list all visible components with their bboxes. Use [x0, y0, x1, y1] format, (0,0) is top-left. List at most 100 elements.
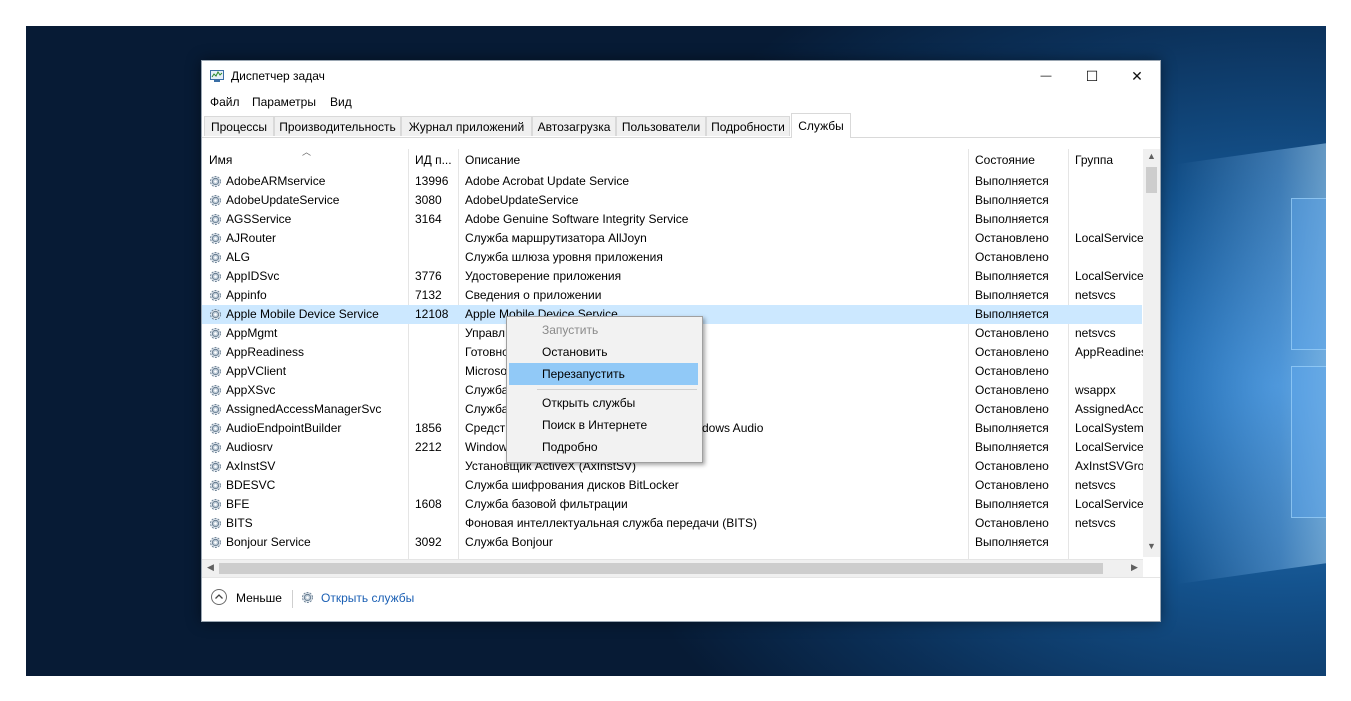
service-description: Adobe Genuine Software Integrity Service: [465, 212, 689, 226]
service-description: Служба Bonjour: [465, 535, 553, 549]
menu-options[interactable]: Параметры: [252, 95, 316, 109]
service-description: Удостоверение приложения: [465, 269, 622, 283]
table-row[interactable]: BDESVC Служба шифрования дисков BitLocker…: [202, 476, 1142, 495]
service-pid: 1608: [415, 497, 442, 511]
menu-file[interactable]: Файл: [210, 95, 240, 109]
service-gear-icon: [210, 518, 221, 529]
horizontal-scroll-thumb[interactable]: [219, 563, 1103, 574]
service-status: Выполняется: [975, 440, 1049, 454]
service-group: LocalServiceN: [1075, 269, 1143, 283]
scroll-left-icon[interactable]: ◀: [202, 562, 219, 573]
service-description: Сведения о приложении: [465, 288, 602, 302]
service-pid: [415, 381, 455, 400]
service-pid: [415, 343, 455, 362]
menu-item-details[interactable]: Подробно: [509, 436, 698, 458]
tab-app-history[interactable]: Журнал приложений: [401, 116, 532, 136]
service-status: Остановлено: [975, 383, 1049, 397]
menu-item-search-online[interactable]: Поиск в Интернете: [509, 414, 698, 436]
footer-bar: Меньше Открыть службы: [202, 577, 1160, 622]
scroll-down-icon[interactable]: ▼: [1143, 541, 1160, 551]
close-button[interactable]: ✕: [1114, 61, 1160, 91]
minimize-button[interactable]: —: [1023, 61, 1069, 91]
column-header-group[interactable]: Группа: [1068, 149, 1143, 171]
service-gear-icon: [210, 404, 221, 415]
service-pid: 12108: [415, 307, 449, 321]
tab-processes[interactable]: Процессы: [204, 116, 274, 136]
table-row[interactable]: AdobeUpdateService 3080 AdobeUpdateService…: [202, 191, 1142, 210]
horizontal-scrollbar[interactable]: ◀ ▶: [202, 559, 1143, 577]
service-gear-icon: [210, 423, 221, 434]
service-status: Выполняется: [975, 269, 1049, 283]
table-row[interactable]: AGSService 3164 Adobe Genuine Software Int…: [202, 210, 1142, 229]
service-pid: [415, 457, 455, 476]
service-gear-icon: [210, 309, 221, 320]
column-header-name[interactable]: Имя: [202, 149, 408, 171]
service-status: Выполняется: [975, 421, 1049, 435]
maximize-button[interactable]: ☐: [1069, 61, 1115, 91]
menu-item-restart[interactable]: Перезапустить: [509, 363, 698, 385]
menu-item-open-services[interactable]: Открыть службы: [509, 392, 698, 414]
table-row[interactable]: BFE 1608 Служба базовой фильтрации Выполняе…: [202, 495, 1143, 514]
table-row[interactable]: AdobeARMservice 13996 Adobe Acrobat Update…: [202, 172, 1142, 191]
service-status: Выполняется: [975, 193, 1049, 207]
menu-item-start[interactable]: Запустить: [509, 319, 698, 341]
table-row[interactable]: BITS Фоновая интеллектуальная служба пере…: [202, 514, 1142, 533]
column-header-status[interactable]: Состояние: [968, 149, 1068, 171]
vertical-scroll-thumb[interactable]: [1146, 167, 1157, 193]
table-row[interactable]: AJRouter Служба маршрутизатора AllJoyn Ост…: [202, 229, 1143, 248]
open-services-link[interactable]: Открыть службы: [321, 591, 414, 605]
service-description: Служба шлюза уровня приложения: [465, 250, 663, 264]
service-group: netsvcs: [1075, 478, 1116, 492]
scroll-right-icon[interactable]: ▶: [1126, 562, 1143, 573]
fewer-details-button[interactable]: Меньше: [236, 591, 282, 605]
service-name: AppIDSvc: [226, 269, 280, 283]
scroll-up-icon[interactable]: ▲: [1143, 151, 1160, 161]
service-group: [1075, 362, 1143, 381]
service-status: Остановлено: [975, 345, 1049, 359]
vertical-scrollbar[interactable]: ▲ ▼: [1143, 149, 1160, 557]
chevron-up-icon[interactable]: [211, 589, 227, 605]
tab-performance[interactable]: Производительность: [274, 116, 401, 136]
service-gear-icon: [210, 537, 221, 548]
service-name: Audiosrv: [226, 440, 273, 454]
service-gear-icon: [210, 195, 221, 206]
tab-startup[interactable]: Автозагрузка: [532, 116, 616, 136]
service-group: LocalSystemN: [1075, 421, 1143, 435]
wallpaper-windows-logo-pane: [1291, 366, 1326, 518]
service-pid: [415, 229, 455, 248]
service-status: Выполняется: [975, 307, 1049, 321]
service-group: [1075, 210, 1143, 229]
service-group: LocalServiceN: [1075, 440, 1143, 454]
service-pid: [415, 400, 455, 419]
service-group: wsappx: [1075, 383, 1116, 397]
tab-users[interactable]: Пользователи: [616, 116, 706, 136]
service-group: [1075, 191, 1143, 210]
table-row[interactable]: AppIDSvc 3776 Удостоверение приложения Выпо…: [202, 267, 1143, 286]
service-description: Adobe Acrobat Update Service: [465, 174, 630, 188]
service-name: AJRouter: [226, 231, 277, 245]
service-gear-icon: [210, 252, 221, 263]
service-gear-icon: [210, 442, 221, 453]
tab-services[interactable]: Службы: [791, 113, 851, 138]
service-pid: 13996: [415, 174, 449, 188]
table-row[interactable]: ALG Служба шлюза уровня приложения Останов…: [202, 248, 1142, 267]
column-header-pid[interactable]: ИД п...: [408, 149, 458, 171]
wallpaper-windows-logo-pane: [1291, 198, 1326, 350]
table-row[interactable]: Appinfo 7132 Сведения о приложении Выполняе…: [202, 286, 1142, 305]
service-name: Bonjour Service: [226, 535, 311, 549]
service-gear-icon: [210, 214, 221, 225]
tab-details[interactable]: Подробности: [706, 116, 790, 136]
service-gear-icon: [210, 461, 221, 472]
service-gear-icon: [210, 271, 221, 282]
close-icon: ✕: [1131, 67, 1143, 84]
footer-divider: [292, 590, 293, 608]
service-pid: [415, 248, 455, 267]
menu-item-stop[interactable]: Остановить: [509, 341, 698, 363]
column-header-description[interactable]: Описание: [458, 149, 968, 171]
menu-view[interactable]: Вид: [330, 95, 352, 109]
title-bar[interactable]: Диспетчер задач — ☐ ✕: [202, 61, 1160, 91]
service-status: Остановлено: [975, 459, 1049, 473]
tab-strip: Процессы Производительность Журнал прило…: [202, 113, 1160, 138]
service-pid: [415, 362, 455, 381]
table-row[interactable]: Bonjour Service 3092 Служба Bonjour Выполня…: [202, 533, 1142, 552]
